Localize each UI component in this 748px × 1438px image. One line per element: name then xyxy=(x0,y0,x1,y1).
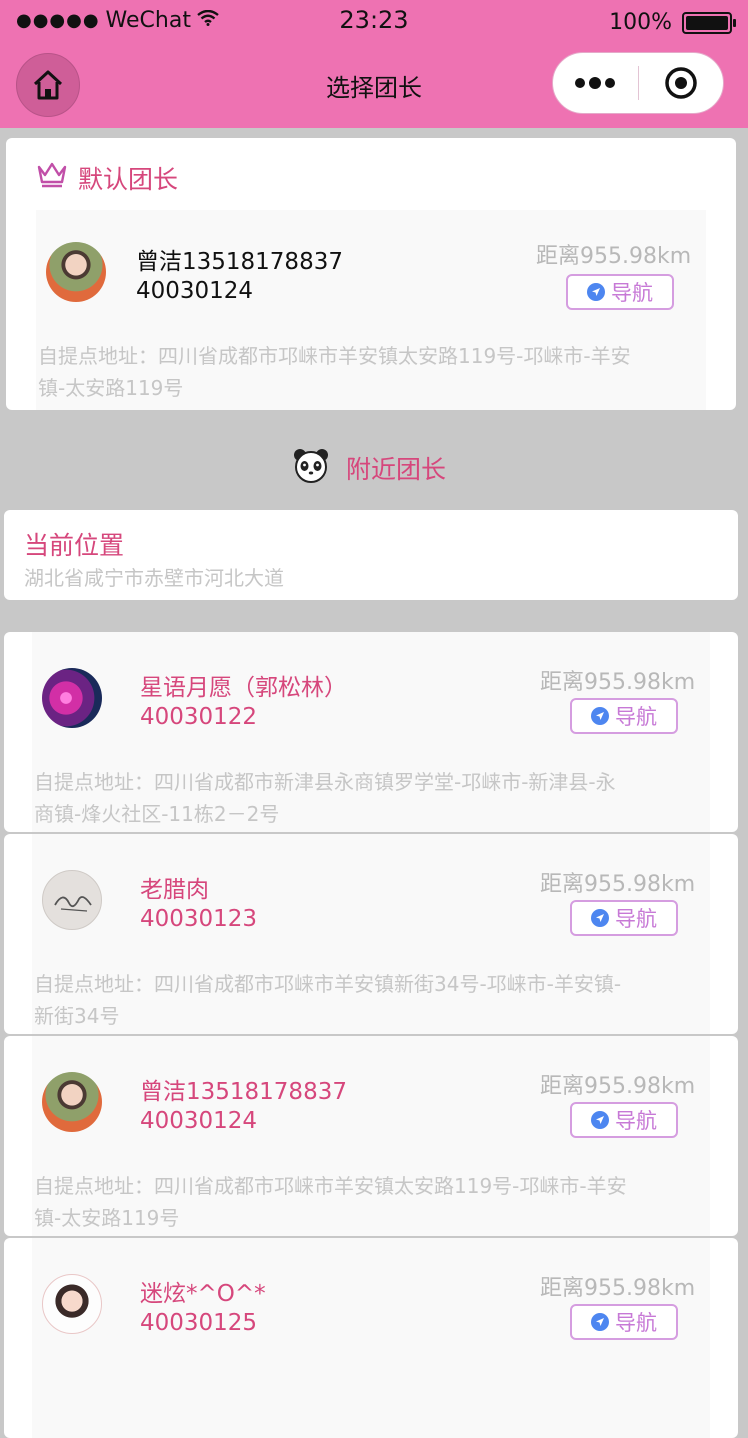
leader-name: 星语月愿（郭松林） xyxy=(140,675,347,701)
leader-list-item[interactable]: 星语月愿（郭松林） 40030122 距离955.98km 导航 自提点地址：四… xyxy=(4,632,738,832)
battery-icon xyxy=(682,11,736,34)
leader-distance: 距离955.98km xyxy=(540,1276,696,1301)
pickup-address: 自提点地址：四川省成都市新津县永商镇罗学堂-邛崃市-新津县-永 商镇-烽火社区-… xyxy=(34,766,710,830)
leader-code: 40030125 xyxy=(140,1310,258,1336)
avatar xyxy=(42,870,102,930)
avatar xyxy=(42,668,102,728)
pickup-address-line: 自提点地址：四川省成都市新津县永商镇罗学堂-邛崃市-新津县-永 xyxy=(34,770,616,794)
current-location-address: 湖北省咸宁市赤壁市河北大道 xyxy=(24,566,284,590)
navigate-button[interactable]: 导航 xyxy=(570,698,678,734)
pickup-address-line: 商镇-烽火社区-11栋2－2号 xyxy=(34,802,280,826)
crown-icon xyxy=(37,162,67,188)
status-right: 100% xyxy=(609,10,736,35)
default-leader-card: 默认团长 曾洁13518178837 40030124 距离955.98km 导… xyxy=(6,138,736,410)
navigate-button[interactable]: 导航 xyxy=(570,1102,678,1138)
more-button[interactable] xyxy=(553,53,638,113)
avatar xyxy=(42,1072,102,1132)
default-leader-title: 默认团长 xyxy=(78,165,179,194)
navigation-arrow-icon xyxy=(591,1111,609,1129)
battery-percent: 100% xyxy=(609,10,672,35)
leader-list-item[interactable]: 曾洁13518178837 40030124 距离955.98km 导航 自提点… xyxy=(4,1036,738,1236)
navigate-button[interactable]: 导航 xyxy=(566,274,674,310)
status-bar: ●●●●● WeChat 23:23 100% xyxy=(0,0,748,46)
navigate-button[interactable]: 导航 xyxy=(570,900,678,936)
pickup-address: 自提点地址：四川省成都市邛崃市羊安镇新街34号-邛崃市-羊安镇- 新街34号 xyxy=(34,968,710,1032)
leader-distance: 距离955.98km xyxy=(540,670,696,695)
current-location-title: 当前位置 xyxy=(24,531,125,560)
navigate-label: 导航 xyxy=(615,1109,657,1133)
navigation-arrow-icon xyxy=(591,909,609,927)
leader-panel: 星语月愿（郭松林） 40030122 距离955.98km 导航 自提点地址：四… xyxy=(32,632,710,832)
close-button[interactable] xyxy=(639,53,724,113)
leader-code: 40030124 xyxy=(140,1108,258,1134)
pickup-address-line: 自提点地址：四川省成都市邛崃市羊安镇新街34号-邛崃市-羊安镇- xyxy=(34,972,622,996)
avatar xyxy=(46,242,106,302)
pickup-address-line: 镇-太安路119号 xyxy=(34,1206,180,1230)
panda-icon xyxy=(294,449,328,483)
nav-bar: 选择团长 xyxy=(0,46,748,128)
nearby-header: 附近团长 xyxy=(0,448,748,484)
pickup-address-line: 新街34号 xyxy=(34,1004,120,1028)
pickup-address-line: 镇-太安路119号 xyxy=(38,376,184,400)
leader-code: 40030122 xyxy=(140,704,258,730)
navigation-arrow-icon xyxy=(591,707,609,725)
miniprogram-capsule xyxy=(552,52,724,114)
pickup-address-line: 自提点地址：四川省成都市邛崃市羊安镇太安路119号-邛崃市-羊安 xyxy=(38,344,631,368)
leader-code: 40030124 xyxy=(136,278,254,304)
pickup-address-line: 自提点地址：四川省成都市邛崃市羊安镇太安路119号-邛崃市-羊安 xyxy=(34,1174,627,1198)
navigate-label: 导航 xyxy=(615,907,657,931)
navigation-arrow-icon xyxy=(591,1313,609,1331)
leader-name: 曾洁13518178837 xyxy=(136,249,343,275)
leader-distance: 距离955.98km xyxy=(540,1074,696,1099)
leader-list-item[interactable]: 迷炫*^O^* 40030125 距离955.98km 导航 xyxy=(4,1238,738,1438)
pickup-address: 自提点地址：四川省成都市邛崃市羊安镇太安路119号-邛崃市-羊安 镇-太安路11… xyxy=(34,1170,710,1234)
more-icon xyxy=(575,77,616,89)
close-target-icon xyxy=(665,67,697,99)
navigate-label: 导航 xyxy=(615,1311,657,1335)
navigation-arrow-icon xyxy=(587,283,605,301)
pickup-address: 自提点地址：四川省成都市邛崃市羊安镇太安路119号-邛崃市-羊安 镇-太安路11… xyxy=(38,340,708,404)
leader-name: 曾洁13518178837 xyxy=(140,1079,347,1105)
leader-name: 迷炫*^O^* xyxy=(140,1281,266,1307)
default-leader-item[interactable]: 曾洁13518178837 40030124 距离955.98km 导航 自提点… xyxy=(36,210,706,410)
leader-distance: 距离955.98km xyxy=(536,244,692,269)
leader-code: 40030123 xyxy=(140,906,258,932)
navigate-label: 导航 xyxy=(611,281,653,305)
leader-name: 老腊肉 xyxy=(140,877,209,903)
leader-list-item[interactable]: 老腊肉 40030123 距离955.98km 导航 自提点地址：四川省成都市邛… xyxy=(4,834,738,1034)
navigate-label: 导航 xyxy=(615,705,657,729)
navigate-button[interactable]: 导航 xyxy=(570,1304,678,1340)
nearby-title: 附近团长 xyxy=(346,455,447,484)
leader-distance: 距离955.98km xyxy=(540,872,696,897)
current-location-card[interactable]: 当前位置 湖北省咸宁市赤壁市河北大道 xyxy=(4,510,738,600)
avatar xyxy=(42,1274,102,1334)
leader-panel: 老腊肉 40030123 距离955.98km 导航 自提点地址：四川省成都市邛… xyxy=(32,834,710,1034)
leader-panel: 迷炫*^O^* 40030125 距离955.98km 导航 xyxy=(32,1238,710,1438)
leader-panel: 曾洁13518178837 40030124 距离955.98km 导航 自提点… xyxy=(32,1036,710,1236)
